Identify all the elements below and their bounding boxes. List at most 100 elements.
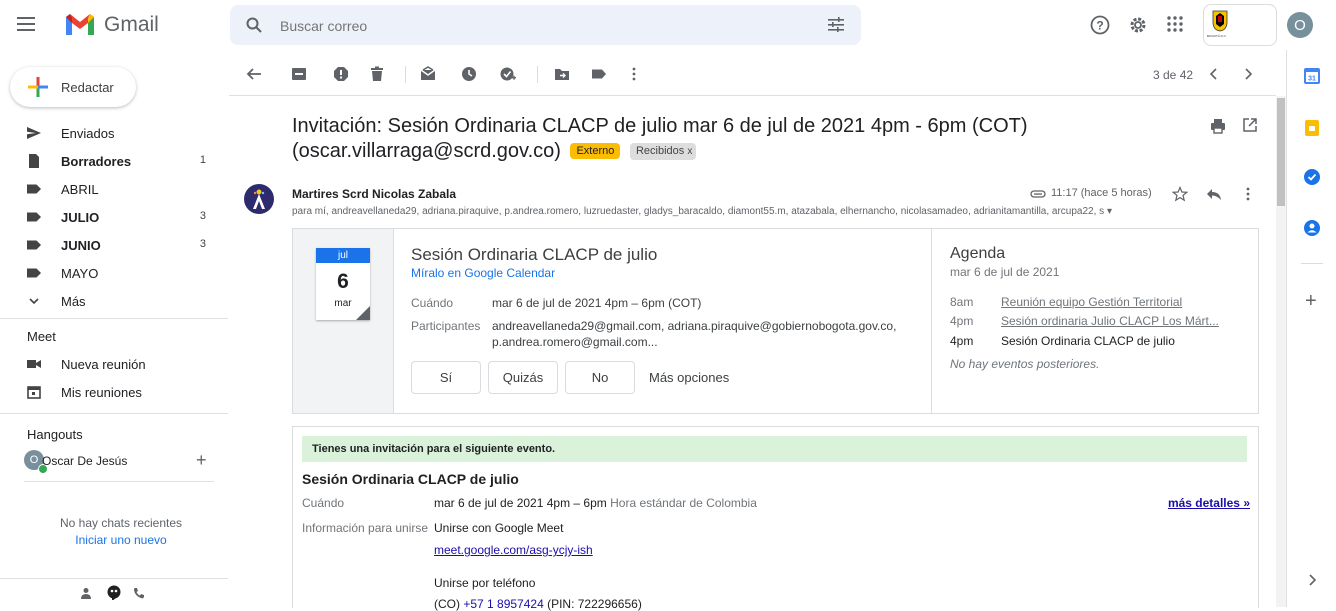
agenda-event-link[interactable]: Reunión equipo Gestión Territorial xyxy=(1001,295,1182,309)
agenda-event-link[interactable]: Sesión ordinaria Julio CLACP Los Márt... xyxy=(1001,314,1219,328)
organization-logo[interactable]: BOGOTÁ D.C. xyxy=(1203,4,1277,46)
sender-name[interactable]: Martires Scrd Nicolas Zabala xyxy=(292,187,456,201)
more-options-link[interactable]: Más opciones xyxy=(649,370,729,385)
more-vertical-icon[interactable] xyxy=(1240,186,1256,202)
search-icon[interactable] xyxy=(246,17,262,33)
nav-more[interactable]: Más xyxy=(0,287,214,315)
scrollbar-track[interactable] xyxy=(1276,96,1286,607)
delete-trash-icon[interactable] xyxy=(369,66,385,82)
calendar-month: jul xyxy=(316,248,370,263)
search-bar[interactable] xyxy=(230,5,861,45)
meet-link[interactable]: meet.google.com/asg-ycjy-ish xyxy=(434,543,593,557)
person-icon[interactable] xyxy=(80,587,92,599)
participants-value-line1[interactable]: andreavellaneda29@gmail.com, adriana.pir… xyxy=(492,319,896,333)
agenda-event-time: 4pm xyxy=(950,314,974,328)
divider xyxy=(0,578,228,579)
settings-gear-icon[interactable] xyxy=(1128,15,1148,35)
svg-text:?: ? xyxy=(1096,19,1103,33)
meet-new-meeting[interactable]: Nueva reunión xyxy=(0,350,214,378)
previous-chevron-icon[interactable] xyxy=(1208,67,1220,81)
invitation-when-label: Cuándo xyxy=(302,496,345,510)
sender-avatar[interactable] xyxy=(244,184,274,214)
reply-icon[interactable] xyxy=(1206,187,1222,201)
invitation-body: Tienes una invitación para el siguiente … xyxy=(292,426,1259,611)
nav-label-junio[interactable]: JUNIO 3 xyxy=(0,231,214,259)
next-chevron-icon[interactable] xyxy=(1242,67,1254,81)
tasks-app-icon[interactable] xyxy=(1304,169,1320,185)
main-menu-icon[interactable] xyxy=(14,12,38,36)
contacts-app-icon[interactable] xyxy=(1304,220,1320,236)
badge-external: Externo xyxy=(570,143,621,159)
calendar-icon xyxy=(27,386,41,399)
search-options-icon[interactable] xyxy=(828,17,844,33)
side-panel: 31 + xyxy=(1286,50,1336,607)
invitation-when-timezone: Hora estándar de Colombia xyxy=(610,496,757,510)
send-icon xyxy=(27,127,41,139)
help-icon[interactable]: ? xyxy=(1090,15,1110,35)
get-addons-plus-icon[interactable]: + xyxy=(1305,291,1317,311)
hangouts-chat-icon[interactable] xyxy=(107,585,121,600)
start-new-chat-link[interactable]: Iniciar uno nuevo xyxy=(0,533,242,547)
keep-app-icon[interactable] xyxy=(1305,120,1319,136)
scrollbar-thumb[interactable] xyxy=(1277,98,1285,206)
search-input[interactable] xyxy=(278,15,782,37)
move-to-folder-icon[interactable] xyxy=(554,66,570,82)
badge-inbox[interactable]: Recibidos x xyxy=(629,143,697,160)
participants-value-line2[interactable]: p.andrea.romero@gmail.com... xyxy=(492,335,658,349)
calendar-day: 6 xyxy=(337,270,349,293)
star-icon[interactable] xyxy=(1172,186,1188,202)
hangouts-user-initial: O xyxy=(29,454,39,466)
back-arrow-icon[interactable] xyxy=(246,66,262,82)
join-phone-label: Unirse por teléfono xyxy=(434,576,536,590)
nav-sent[interactable]: Enviados xyxy=(0,119,214,147)
more-details-link[interactable]: más detalles » xyxy=(1168,496,1250,510)
nav-label: Más xyxy=(61,294,86,309)
nav-label-julio[interactable]: JULIO 3 xyxy=(0,203,214,231)
recipients-list[interactable]: para mí, andreavellaneda29, adriana.pira… xyxy=(292,206,1202,217)
video-camera-icon xyxy=(27,360,41,368)
phone-number-link[interactable]: +57 1 8957424 xyxy=(463,597,543,611)
rsvp-maybe-button[interactable]: Quizás xyxy=(488,361,558,394)
nav-label: MAYO xyxy=(61,266,99,281)
add-chat-icon[interactable]: + xyxy=(196,450,207,471)
snooze-clock-icon[interactable] xyxy=(461,66,477,82)
account-avatar[interactable]: O xyxy=(1287,12,1313,38)
when-label: Cuándo xyxy=(411,296,454,310)
plus-icon xyxy=(28,77,48,97)
rsvp-yes-button[interactable]: Sí xyxy=(411,361,481,394)
recipients-text: para mí, andreavellaneda29, adriana.pira… xyxy=(292,206,1105,217)
apps-grid-icon[interactable] xyxy=(1167,16,1183,32)
gmail-logo-icon[interactable] xyxy=(64,13,96,37)
phone-country: (CO) xyxy=(434,597,464,611)
recipients-expand-icon[interactable]: ▾ xyxy=(1107,206,1112,217)
expand-panel-chevron-icon[interactable] xyxy=(1307,573,1317,587)
add-to-tasks-icon[interactable] xyxy=(500,66,516,82)
meet-my-meetings[interactable]: Mis reuniones xyxy=(0,378,214,406)
label-icon[interactable] xyxy=(591,66,607,82)
nav-drafts[interactable]: Borradores 1 xyxy=(0,147,214,175)
mark-unread-icon[interactable] xyxy=(420,66,436,82)
app-title: Gmail xyxy=(104,13,159,36)
invitation-when-datetime: mar 6 de jul de 2021 4pm – 6pm xyxy=(434,496,607,510)
open-in-new-window-icon[interactable] xyxy=(1243,118,1257,132)
nav-label-mayo[interactable]: MAYO xyxy=(0,259,214,287)
rsvp-no-button[interactable]: No xyxy=(565,361,635,394)
nav-label-abril[interactable]: ABRIL xyxy=(0,175,214,203)
invitation-banner-text: Tienes una invitación para el siguiente … xyxy=(312,443,556,455)
remove-label-close-icon[interactable]: x xyxy=(687,146,692,157)
calendar-app-icon[interactable]: 31 xyxy=(1304,68,1320,84)
report-spam-icon[interactable] xyxy=(333,66,349,82)
compose-button[interactable]: Redactar xyxy=(10,67,136,107)
compose-label: Redactar xyxy=(61,80,114,95)
phone-icon[interactable] xyxy=(133,587,145,599)
invitation-event-title: Sesión Ordinaria CLACP de julio xyxy=(302,471,519,487)
print-icon[interactable] xyxy=(1210,118,1226,134)
more-vertical-icon[interactable] xyxy=(626,66,642,82)
agenda-no-more-events: No hay eventos posteriores. xyxy=(950,357,1100,371)
divider xyxy=(24,481,214,482)
archive-icon[interactable] xyxy=(291,66,307,82)
hangouts-user[interactable]: O Oscar De Jesús + xyxy=(24,450,214,474)
svg-text:31: 31 xyxy=(1308,76,1316,83)
agenda-title: Agenda xyxy=(950,245,1006,262)
view-in-calendar-link[interactable]: Míralo en Google Calendar xyxy=(411,266,555,280)
